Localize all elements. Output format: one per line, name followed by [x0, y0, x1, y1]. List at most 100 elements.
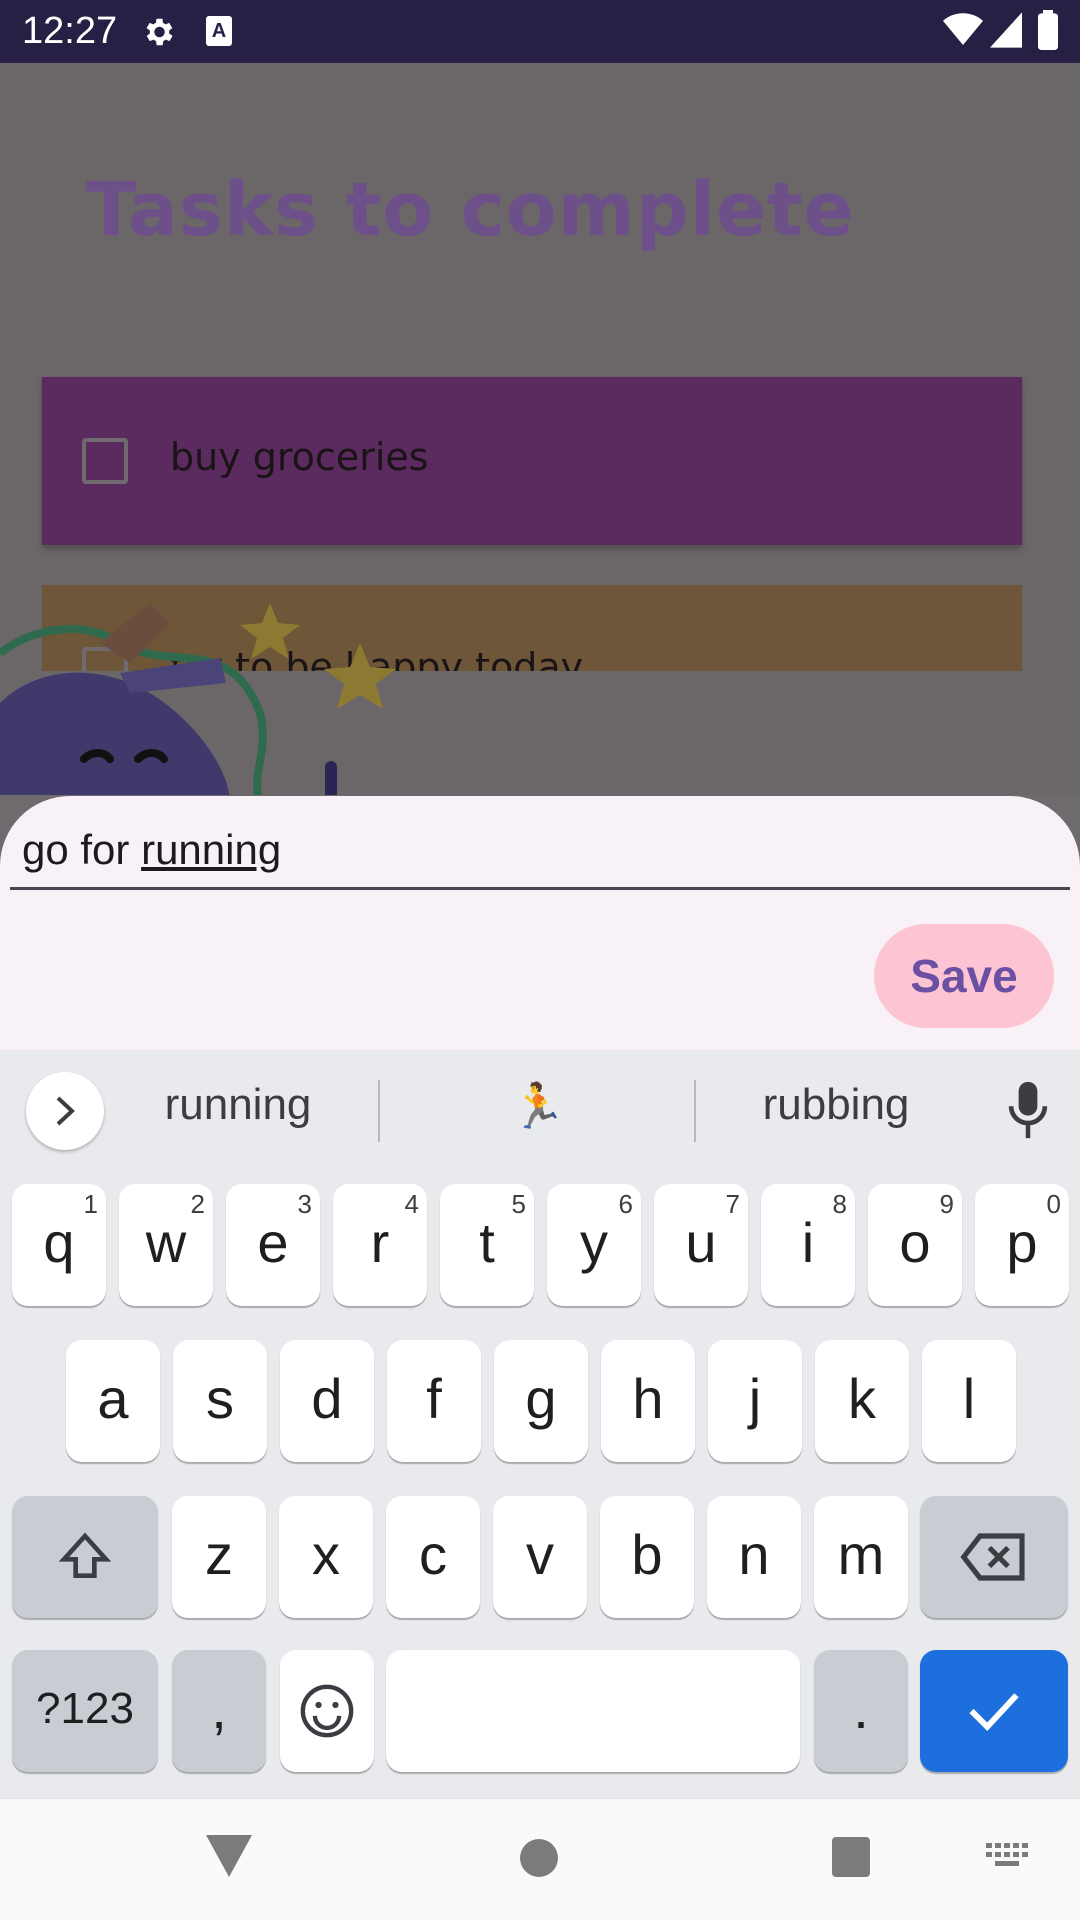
key-label: e [257, 1211, 289, 1274]
key-u[interactable]: u7 [654, 1184, 748, 1306]
key-t[interactable]: t5 [440, 1184, 534, 1306]
key-label: w [145, 1211, 187, 1274]
backspace-icon [960, 1533, 1025, 1581]
key-label: b [631, 1523, 663, 1586]
key-x[interactable]: x [279, 1496, 373, 1618]
key-hint: 6 [618, 1189, 633, 1219]
add-task-sheet: go for running Save [0, 796, 1080, 1050]
key-n[interactable]: n [707, 1496, 801, 1618]
key-l[interactable]: l [922, 1340, 1016, 1462]
save-button[interactable]: Save [874, 924, 1054, 1028]
page-title: Tasks to complete [86, 167, 855, 253]
key-label: r [370, 1211, 390, 1274]
shift-key[interactable] [12, 1496, 158, 1618]
key-label: x [312, 1523, 340, 1586]
key-z[interactable]: z [172, 1496, 266, 1618]
key-v[interactable]: v [493, 1496, 587, 1618]
key-c[interactable]: c [386, 1496, 480, 1618]
key-d[interactable]: d [280, 1340, 374, 1462]
shift-icon [58, 1532, 112, 1578]
suggestion-item[interactable]: 🏃 [418, 1080, 658, 1132]
key-label: t [479, 1211, 495, 1274]
key-hint: 0 [1046, 1189, 1061, 1219]
key-h[interactable]: h [601, 1340, 695, 1462]
decorative-illustration [0, 603, 396, 795]
key-hint: 1 [83, 1189, 98, 1219]
key-label: l [962, 1367, 976, 1430]
suggestion-item[interactable]: rubbing [716, 1080, 956, 1130]
key-s[interactable]: s [173, 1340, 267, 1462]
key-g[interactable]: g [494, 1340, 588, 1462]
backspace-key[interactable] [920, 1496, 1068, 1618]
task-label: buy groceries [170, 435, 429, 479]
key-label: u [685, 1211, 717, 1274]
key-hint: 4 [404, 1189, 419, 1219]
key-i[interactable]: i8 [761, 1184, 855, 1306]
keyboard-switch-icon[interactable] [986, 1843, 1028, 1873]
recents-icon[interactable] [832, 1837, 870, 1877]
key-b[interactable]: b [600, 1496, 694, 1618]
symbols-key[interactable]: ?123 [12, 1650, 158, 1772]
input-composing-text: running [141, 826, 282, 873]
suggestion-divider [378, 1080, 380, 1142]
key-r[interactable]: r4 [333, 1184, 427, 1306]
key-e[interactable]: e3 [226, 1184, 320, 1306]
key-label: z [205, 1523, 233, 1586]
suggestion-item[interactable]: running [118, 1080, 358, 1130]
key-f[interactable]: f [387, 1340, 481, 1462]
key-o[interactable]: o9 [868, 1184, 962, 1306]
key-k[interactable]: k [815, 1340, 909, 1462]
task-list-screen: Tasks to complete buy groceries try to b… [0, 63, 1080, 795]
key-label: j [748, 1367, 762, 1430]
key-label: y [580, 1211, 608, 1274]
key-label: s [206, 1367, 234, 1430]
key-label: i [801, 1211, 815, 1274]
wifi-icon [943, 13, 983, 46]
key-label: m [837, 1523, 885, 1586]
microphone-icon[interactable] [1004, 1080, 1052, 1140]
battery-icon [1038, 10, 1058, 50]
key-m[interactable]: m [814, 1496, 908, 1618]
key-hint: 7 [725, 1189, 740, 1219]
suggestion-strip: running 🏃 rubbing [0, 1050, 1080, 1170]
key-y[interactable]: y6 [547, 1184, 641, 1306]
key-hint: 8 [832, 1189, 847, 1219]
key-label: a [97, 1367, 129, 1430]
key-hint: 9 [939, 1189, 954, 1219]
smiley-icon [300, 1684, 354, 1738]
task-checkbox[interactable] [82, 438, 128, 484]
period-key[interactable]: . [814, 1650, 908, 1772]
emoji-key[interactable] [280, 1650, 374, 1772]
key-q[interactable]: q1 [12, 1184, 106, 1306]
key-label: o [899, 1211, 931, 1274]
key-a[interactable]: a [66, 1340, 160, 1462]
home-icon[interactable] [520, 1839, 558, 1877]
task-input[interactable]: go for running [10, 820, 1070, 890]
key-hint: 5 [511, 1189, 526, 1219]
done-key[interactable] [920, 1650, 1068, 1772]
expand-toolbar-button[interactable] [26, 1072, 104, 1150]
key-label: f [426, 1367, 442, 1430]
space-key[interactable] [386, 1650, 800, 1772]
status-time: 12:27 [22, 10, 118, 52]
key-hint: 3 [297, 1189, 312, 1219]
key-label: g [525, 1367, 557, 1430]
keyboard: running 🏃 rubbing ?123 , . q 1 w 2 e 3 r… [0, 1050, 1080, 1798]
chevron-right-icon [56, 1096, 75, 1126]
key-w[interactable]: w2 [119, 1184, 213, 1306]
key-label: k [848, 1367, 876, 1430]
key-hint: 2 [190, 1189, 205, 1219]
navigation-bar [0, 1798, 1080, 1920]
a-icon: A [206, 16, 232, 46]
key-label: q [43, 1211, 75, 1274]
task-card[interactable]: buy groceries [42, 377, 1022, 545]
comma-key[interactable]: , [172, 1650, 266, 1772]
signal-icon [990, 12, 1022, 48]
key-label: n [738, 1523, 770, 1586]
back-icon[interactable] [206, 1835, 252, 1877]
key-j[interactable]: j [708, 1340, 802, 1462]
key-p[interactable]: p0 [975, 1184, 1069, 1306]
key-label: d [311, 1367, 343, 1430]
key-label: p [1006, 1211, 1038, 1274]
input-text: go for [22, 826, 142, 873]
